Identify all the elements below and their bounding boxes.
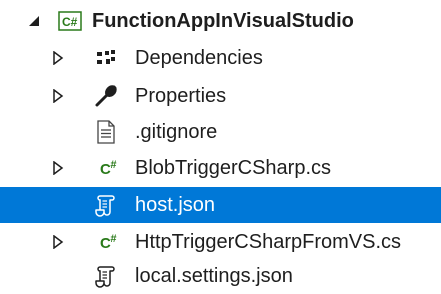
tree-item-properties[interactable]: Properties: [0, 78, 441, 114]
tree-item-label: .gitignore: [135, 121, 218, 143]
tree-project-node[interactable]: C# FunctionAppInVisualStudio: [0, 3, 441, 39]
json-file-icon: [93, 264, 117, 288]
json-file-icon: [93, 193, 117, 217]
tree-item-label: host.json: [135, 194, 216, 216]
collapsed-caret-icon[interactable]: [50, 234, 66, 250]
csharp-file-icon: C#: [100, 232, 116, 252]
project-label: FunctionAppInVisualStudio: [92, 10, 354, 32]
tree-item-blobtriggercsharp[interactable]: C# BlobTriggerCSharp.cs: [0, 150, 441, 186]
wrench-icon: [94, 84, 118, 108]
tree-item-label: HttpTriggerCSharpFromVS.cs: [135, 231, 401, 253]
csharp-file-icon: C#: [100, 158, 116, 178]
tree-item-label: local.settings.json: [135, 265, 293, 287]
dependencies-icon: [94, 46, 118, 70]
collapsed-caret-icon[interactable]: [50, 50, 66, 66]
tree-item-label: Properties: [135, 85, 227, 107]
collapsed-caret-icon[interactable]: [50, 88, 66, 104]
text-file-icon: [94, 120, 118, 144]
collapsed-caret-icon[interactable]: [50, 160, 66, 176]
tree-item-host-json[interactable]: host.json: [0, 187, 441, 223]
tree-item-label: Dependencies: [135, 47, 263, 69]
tree-item-dependencies[interactable]: Dependencies: [0, 40, 441, 76]
tree-item-label: BlobTriggerCSharp.cs: [135, 157, 332, 179]
csharp-project-icon: C#: [58, 9, 82, 33]
tree-item-httptriggercsharpfromvs[interactable]: C# HttpTriggerCSharpFromVS.cs: [0, 224, 441, 260]
tree-item-gitignore[interactable]: .gitignore: [0, 114, 441, 150]
svg-text:C#: C#: [62, 15, 78, 29]
solution-explorer-tree: C# FunctionAppInVisualStudio Dependencie…: [0, 0, 441, 291]
tree-item-local-settings-json[interactable]: local.settings.json: [0, 258, 441, 294]
expanded-caret-icon[interactable]: [26, 13, 42, 29]
